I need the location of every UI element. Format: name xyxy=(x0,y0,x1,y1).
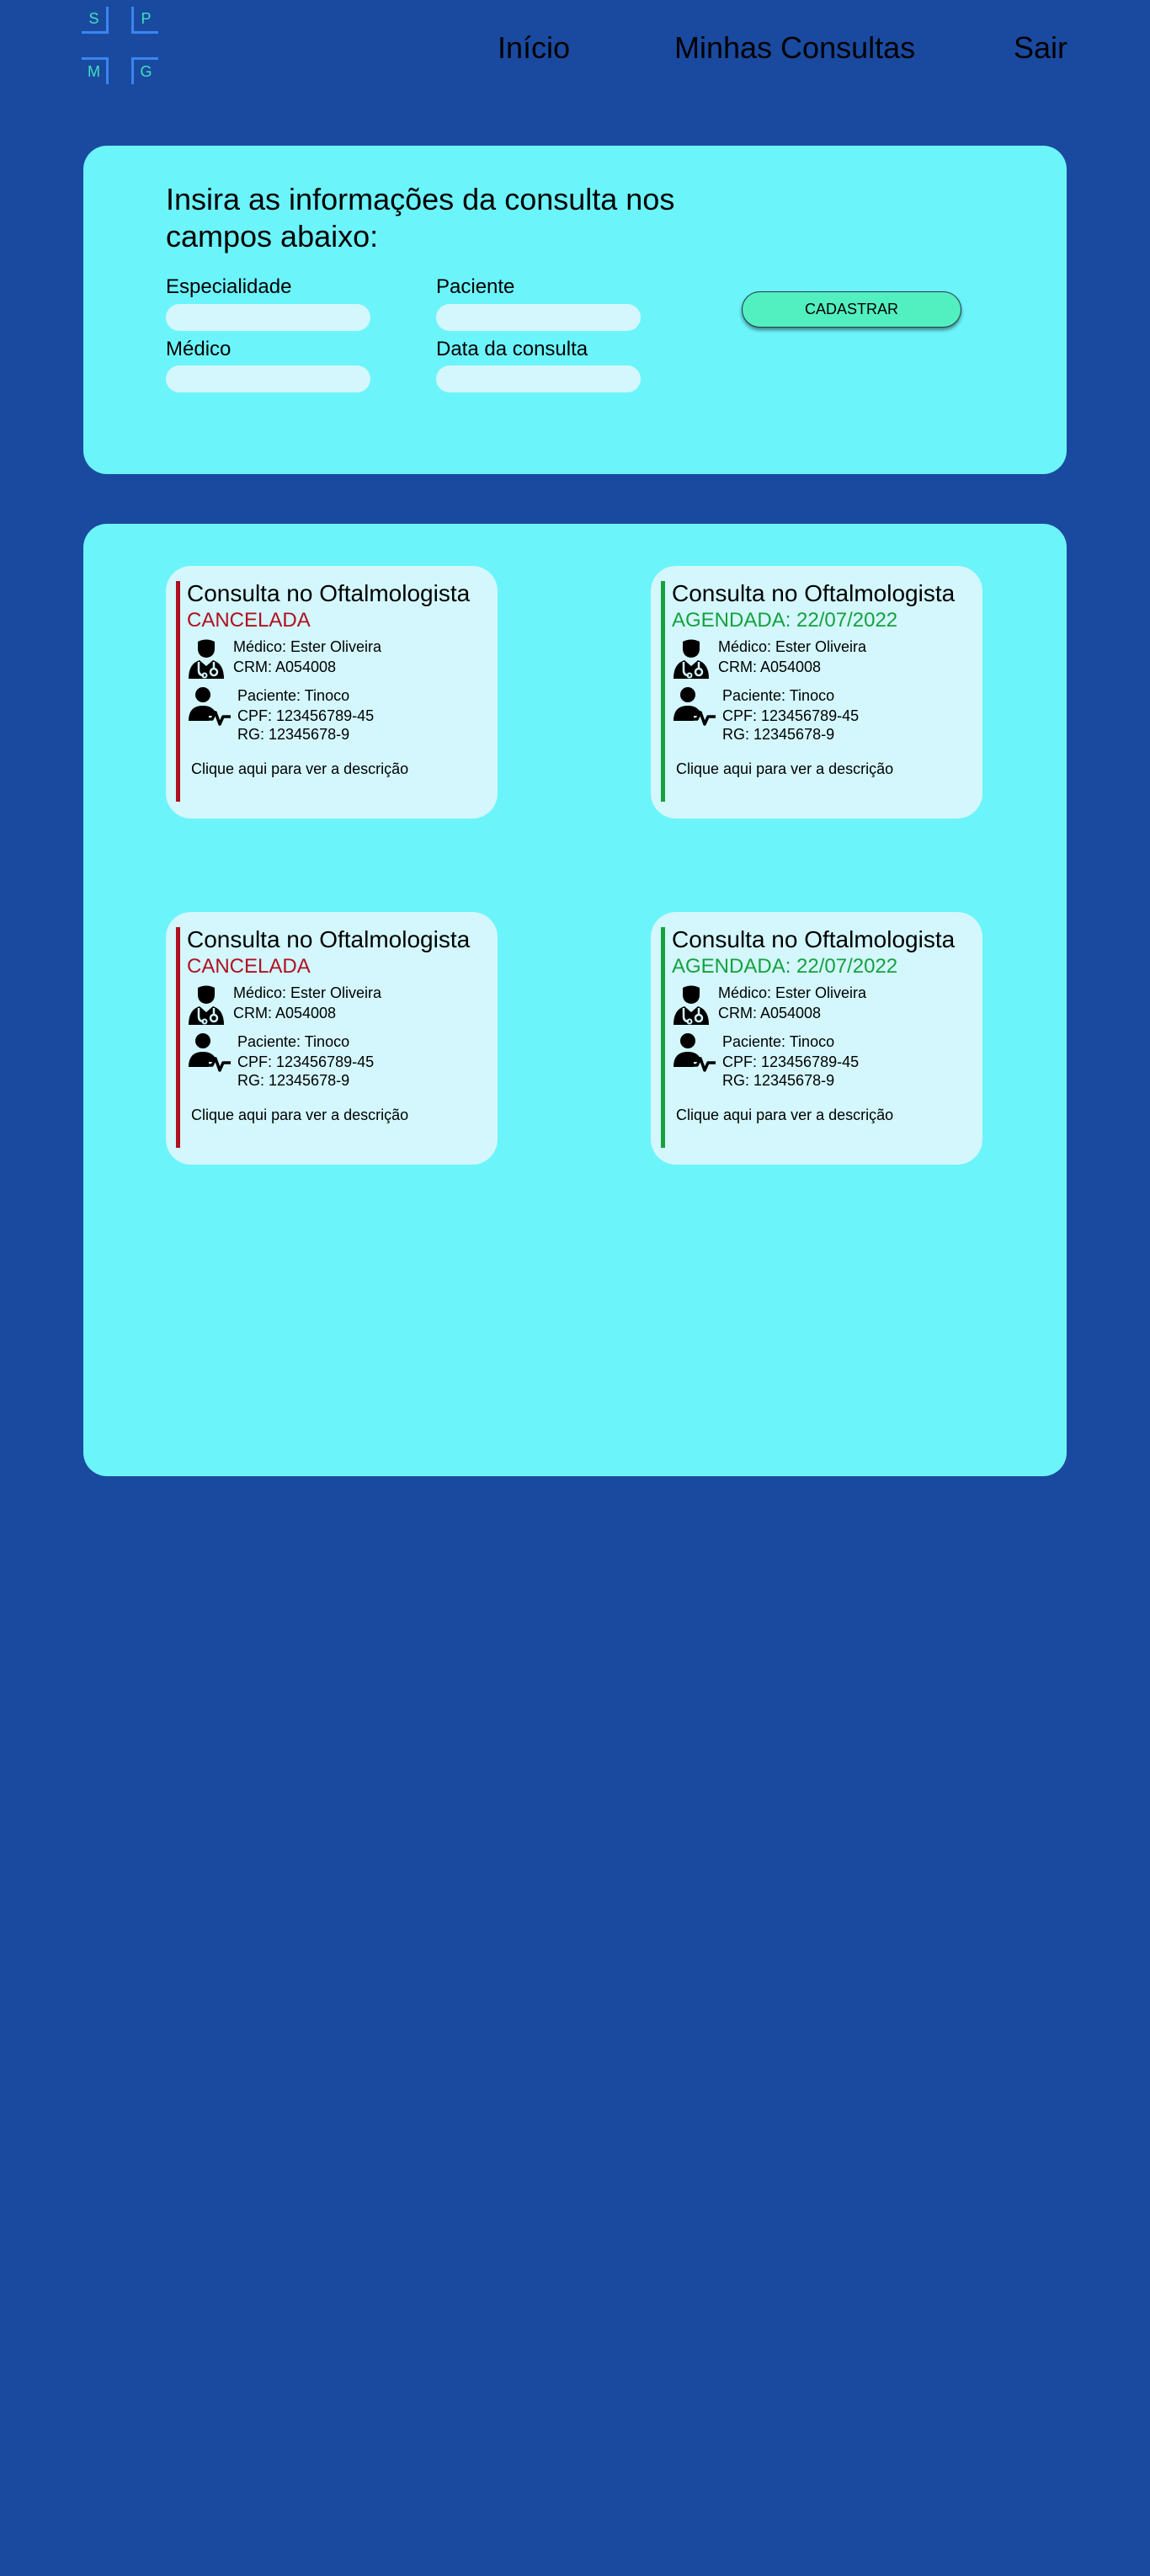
description-link[interactable]: Clique aqui para ver a descrição xyxy=(191,760,408,778)
status-bar xyxy=(661,581,665,802)
patient-icon xyxy=(189,687,231,728)
appointment-card[interactable]: Consulta no Oftalmologista AGENDADA: 22/… xyxy=(651,566,982,819)
card-medico: Médico: Ester Oliveira xyxy=(718,638,867,655)
nav-sair-link[interactable]: Sair xyxy=(1014,30,1067,66)
card-status: CANCELADA xyxy=(187,955,311,978)
appointment-form-panel: Insira as informações da consulta nos ca… xyxy=(83,146,1067,474)
appointment-card[interactable]: Consulta no Oftalmologista CANCELADA Méd… xyxy=(166,912,498,1165)
data-consulta-label: Data da consulta xyxy=(436,338,588,360)
card-crm: CRM: A054008 xyxy=(718,1005,822,1021)
card-medico: Médico: Ester Oliveira xyxy=(718,984,867,1001)
appointment-card[interactable]: Consulta no Oftalmologista CANCELADA Méd… xyxy=(166,566,498,819)
logo[interactable]: S P M G xyxy=(82,7,159,88)
card-rg: RG: 12345678-9 xyxy=(237,1072,350,1089)
nav-inicio-link[interactable]: Início xyxy=(498,30,570,66)
card-crm: CRM: A054008 xyxy=(718,659,822,675)
card-title: Consulta no Oftalmologista xyxy=(187,926,471,952)
card-title: Consulta no Oftalmologista xyxy=(672,580,956,606)
card-crm: CRM: A054008 xyxy=(233,659,337,675)
appointment-card[interactable]: Consulta no Oftalmologista AGENDADA: 22/… xyxy=(651,912,982,1165)
patient-icon xyxy=(189,1033,231,1074)
cadastrar-button[interactable]: CADASTRAR xyxy=(742,291,961,328)
card-medico: Médico: Ester Oliveira xyxy=(233,638,382,655)
card-rg: RG: 12345678-9 xyxy=(237,726,350,743)
logo-letter-m: M xyxy=(82,57,109,84)
card-medico: Médico: Ester Oliveira xyxy=(233,984,382,1001)
card-status: AGENDADA: 22/07/2022 xyxy=(672,609,898,632)
medico-input[interactable] xyxy=(166,365,370,392)
card-status: AGENDADA: 22/07/2022 xyxy=(672,955,898,978)
status-bar xyxy=(661,927,665,1148)
logo-letter-g: G xyxy=(131,57,158,84)
doctor-icon xyxy=(187,984,226,1025)
card-status: CANCELADA xyxy=(187,609,311,632)
form-title: Insira as informações da consulta nos ca… xyxy=(166,182,675,253)
paciente-input[interactable] xyxy=(436,304,641,331)
appointments-list-panel: Consulta no Oftalmologista CANCELADA Méd… xyxy=(83,524,1067,1476)
description-link[interactable]: Clique aqui para ver a descrição xyxy=(676,1107,893,1124)
doctor-icon xyxy=(672,638,711,679)
card-crm: CRM: A054008 xyxy=(233,1005,337,1021)
card-paciente: Paciente: Tinoco xyxy=(722,687,835,704)
doctor-icon xyxy=(672,984,711,1025)
card-title: Consulta no Oftalmologista xyxy=(187,580,471,606)
card-cpf: CPF: 123456789-45 xyxy=(237,707,375,724)
card-cpf: CPF: 123456789-45 xyxy=(722,1053,860,1070)
card-title: Consulta no Oftalmologista xyxy=(672,926,956,952)
description-link[interactable]: Clique aqui para ver a descrição xyxy=(676,760,893,778)
card-paciente: Paciente: Tinoco xyxy=(237,687,350,704)
logo-letter-s: S xyxy=(82,7,109,34)
paciente-label: Paciente xyxy=(436,275,515,298)
patient-icon xyxy=(673,687,716,728)
patient-icon xyxy=(673,1033,716,1074)
card-cpf: CPF: 123456789-45 xyxy=(237,1053,375,1070)
data-consulta-input[interactable] xyxy=(436,365,641,392)
description-link[interactable]: Clique aqui para ver a descrição xyxy=(191,1107,408,1124)
doctor-icon xyxy=(187,638,226,679)
card-rg: RG: 12345678-9 xyxy=(722,726,835,743)
card-rg: RG: 12345678-9 xyxy=(722,1072,835,1089)
card-paciente: Paciente: Tinoco xyxy=(237,1033,350,1050)
card-cpf: CPF: 123456789-45 xyxy=(722,707,860,724)
logo-letter-p: P xyxy=(131,7,158,34)
status-bar xyxy=(176,581,180,802)
card-paciente: Paciente: Tinoco xyxy=(722,1033,835,1050)
nav-minhas-consultas-link[interactable]: Minhas Consultas xyxy=(674,30,915,66)
status-bar xyxy=(176,927,180,1148)
especialidade-input[interactable] xyxy=(166,304,370,331)
medico-label: Médico xyxy=(166,338,232,360)
especialidade-label: Especialidade xyxy=(166,275,292,298)
